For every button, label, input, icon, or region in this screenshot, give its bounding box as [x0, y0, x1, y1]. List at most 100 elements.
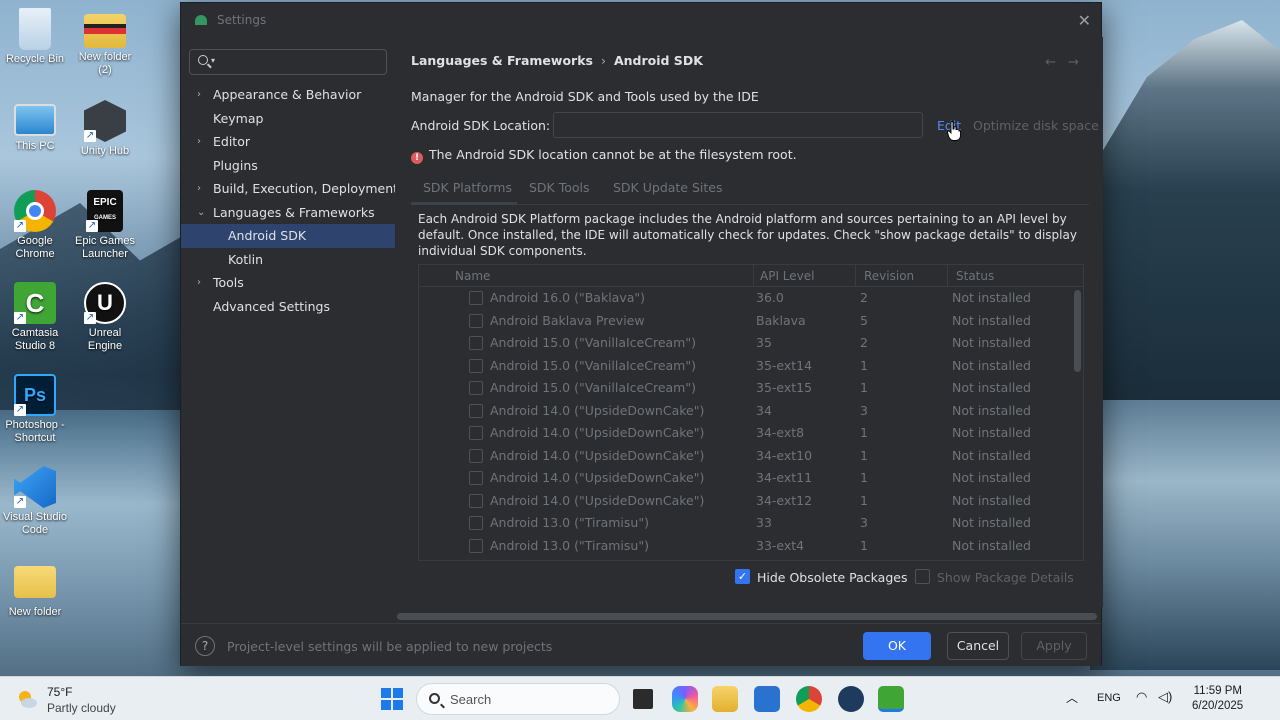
ok-button[interactable]: OK: [863, 632, 931, 660]
help-icon[interactable]: ?: [195, 636, 215, 656]
desktop-icon-new-folder-2[interactable]: New folder (2): [72, 8, 138, 77]
sidebar-item-label: Editor: [213, 134, 250, 149]
table-row[interactable]: Android 15.0 ("VanillaIceCream") 35 2 Not i…: [419, 332, 1083, 355]
tab-sdk-tools[interactable]: SDK Tools: [529, 180, 590, 195]
input-language[interactable]: ENG: [1097, 692, 1121, 704]
column-header-revision[interactable]: Revision: [864, 269, 914, 283]
chevron-up-icon[interactable]: ︿: [1066, 689, 1078, 706]
table-row[interactable]: Android 13.0 ("Tiramisu") 33-ext4 1 Not ins…: [419, 535, 1083, 558]
table-row[interactable]: Android 14.0 ("UpsideDownCake") 34-ext11 1…: [419, 467, 1083, 490]
chevron-down-icon[interactable]: ⌄: [197, 201, 205, 225]
wifi-icon[interactable]: ◠: [1136, 689, 1147, 705]
desktop-icon-epic-games[interactable]: EPIC GAMES ↗ Epic Games Launcher: [72, 190, 138, 261]
wallpaper-lake: [1090, 400, 1280, 670]
monitor-icon: [14, 104, 56, 136]
column-header-api-level[interactable]: API Level: [760, 269, 814, 283]
row-checkbox[interactable]: [469, 336, 483, 350]
desktop-icon-vscode[interactable]: ↗ Visual Studio Code: [2, 466, 68, 537]
cell-revision: 2: [860, 335, 868, 350]
column-header-status[interactable]: Status: [956, 269, 994, 283]
sidebar-item-appearance-behavior[interactable]: › Appearance & Behavior: [181, 83, 395, 107]
sidebar-item-keymap[interactable]: Keymap: [181, 107, 395, 131]
desktop-icon-new-folder[interactable]: New folder: [2, 560, 68, 619]
row-checkbox[interactable]: [469, 381, 483, 395]
row-checkbox[interactable]: [469, 471, 483, 485]
row-checkbox[interactable]: [469, 403, 483, 418]
table-row[interactable]: Android 15.0 ("VanillaIceCream") 35-ext14…: [419, 355, 1083, 378]
task-view-icon[interactable]: [630, 686, 656, 712]
sidebar-item-editor[interactable]: › Editor: [181, 130, 395, 154]
sidebar-item-build-execution-deployment[interactable]: › Build, Execution, Deployment: [181, 177, 398, 201]
row-checkbox[interactable]: [469, 313, 483, 328]
desktop-icon-recycle-bin[interactable]: Recycle Bin: [2, 8, 68, 66]
row-checkbox[interactable]: [469, 448, 483, 463]
table-row[interactable]: Android 16.0 ("Baklava") 36.0 2 Not install…: [419, 287, 1083, 310]
chrome-taskbar-icon[interactable]: [796, 686, 822, 712]
sdk-location-input[interactable]: [553, 112, 923, 138]
row-checkbox[interactable]: [469, 291, 483, 305]
chevron-right-icon[interactable]: ›: [197, 177, 201, 201]
desktop-icon-this-pc[interactable]: This PC: [2, 100, 68, 153]
table-row[interactable]: Android 13.0 ("Tiramisu") 33 3 Not installe…: [419, 512, 1083, 535]
dialog-titlebar[interactable]: Settings ✕: [181, 3, 1101, 37]
sidebar-item-kotlin[interactable]: Kotlin: [181, 248, 395, 272]
android-studio-taskbar-icon[interactable]: [838, 686, 864, 712]
camtasia-taskbar-icon[interactable]: [878, 686, 904, 712]
show-package-details-checkbox[interactable]: [915, 569, 930, 584]
optimize-disk-space-link[interactable]: Optimize disk space: [973, 118, 1099, 133]
desktop-icon-google-chrome[interactable]: ↗ Google Chrome: [2, 190, 68, 261]
sidebar-item-android-sdk[interactable]: Android SDK: [181, 224, 395, 248]
settings-search-input[interactable]: ▾: [189, 49, 387, 75]
row-checkbox[interactable]: [469, 358, 483, 373]
table-row[interactable]: Android 14.0 ("UpsideDownCake") 34-ext12 1…: [419, 490, 1083, 513]
close-icon[interactable]: ✕: [1078, 11, 1091, 30]
tab-sdk-platforms[interactable]: SDK Platforms: [423, 180, 512, 195]
table-row[interactable]: Android Baklava Preview Baklava 5 Not insta…: [419, 310, 1083, 333]
system-clock[interactable]: 11:59 PM 6/20/2025: [1192, 684, 1243, 714]
cancel-button[interactable]: Cancel: [947, 632, 1009, 660]
table-row[interactable]: Android 14.0 ("UpsideDownCake") 34 3 Not in…: [419, 400, 1083, 423]
copilot-icon[interactable]: [672, 686, 698, 712]
desktop-icon-label: Unity Hub: [80, 145, 130, 157]
desktop-icon-unity-hub[interactable]: ↗ Unity Hub: [72, 100, 138, 158]
chevron-right-icon[interactable]: ›: [197, 271, 201, 295]
desktop-icon-unreal-engine[interactable]: U ↗ Unreal Engine: [72, 282, 138, 353]
settings-sidebar: ▾ › Appearance & Behavior Keymap › Edito…: [181, 37, 398, 607]
start-button[interactable]: [381, 688, 403, 710]
horizontal-scrollbar[interactable]: [397, 613, 1097, 620]
taskbar-search[interactable]: Search: [416, 683, 620, 715]
hide-obsolete-checkbox[interactable]: ✓: [735, 569, 750, 584]
chevron-right-icon[interactable]: ›: [197, 83, 201, 107]
active-tab-indicator: [411, 202, 517, 205]
sidebar-item-languages-frameworks[interactable]: ⌄ Languages & Frameworks: [181, 201, 395, 225]
breadcrumb-current: Android SDK: [613, 53, 703, 68]
row-checkbox[interactable]: [469, 426, 483, 440]
breadcrumb-separator: ›: [600, 53, 606, 68]
volume-icon[interactable]: ◁): [1158, 689, 1172, 705]
breadcrumb-parent[interactable]: Languages & Frameworks: [411, 53, 593, 68]
forward-arrow-icon[interactable]: →: [1068, 55, 1091, 70]
chevron-right-icon[interactable]: ›: [197, 130, 201, 154]
row-checkbox[interactable]: [469, 493, 483, 508]
sidebar-item-tools[interactable]: › Tools: [181, 271, 395, 295]
table-row[interactable]: Android 14.0 ("UpsideDownCake") 34-ext8 1 N…: [419, 422, 1083, 445]
table-scrollbar[interactable]: [1074, 290, 1081, 372]
microsoft-store-icon[interactable]: [754, 686, 780, 712]
back-arrow-icon[interactable]: ←: [1045, 55, 1068, 70]
shortcut-arrow-icon: ↗: [14, 496, 26, 508]
desktop-icon-camtasia[interactable]: C ↗ Camtasia Studio 8: [2, 282, 68, 353]
sidebar-item-label: Plugins: [213, 157, 258, 173]
desktop-icon-label: Camtasia Studio 8: [11, 327, 59, 352]
tab-sdk-update-sites[interactable]: SDK Update Sites: [613, 180, 723, 195]
file-explorer-icon[interactable]: [712, 686, 738, 712]
table-row[interactable]: Android 15.0 ("VanillaIceCream") 35-ext15…: [419, 377, 1083, 400]
sidebar-item-advanced-settings[interactable]: Advanced Settings: [181, 295, 395, 319]
row-checkbox[interactable]: [469, 538, 483, 553]
desktop-icon-photoshop[interactable]: Ps ↗ Photoshop - Shortcut: [2, 374, 68, 445]
apply-button[interactable]: Apply: [1021, 632, 1087, 660]
sidebar-item-plugins[interactable]: Plugins: [181, 154, 395, 178]
column-header-name[interactable]: Name: [455, 269, 490, 283]
platforms-info-text: Each Android SDK Platform package includ…: [418, 212, 1077, 258]
table-row[interactable]: Android 14.0 ("UpsideDownCake") 34-ext10 1…: [419, 445, 1083, 468]
row-checkbox[interactable]: [469, 516, 483, 530]
